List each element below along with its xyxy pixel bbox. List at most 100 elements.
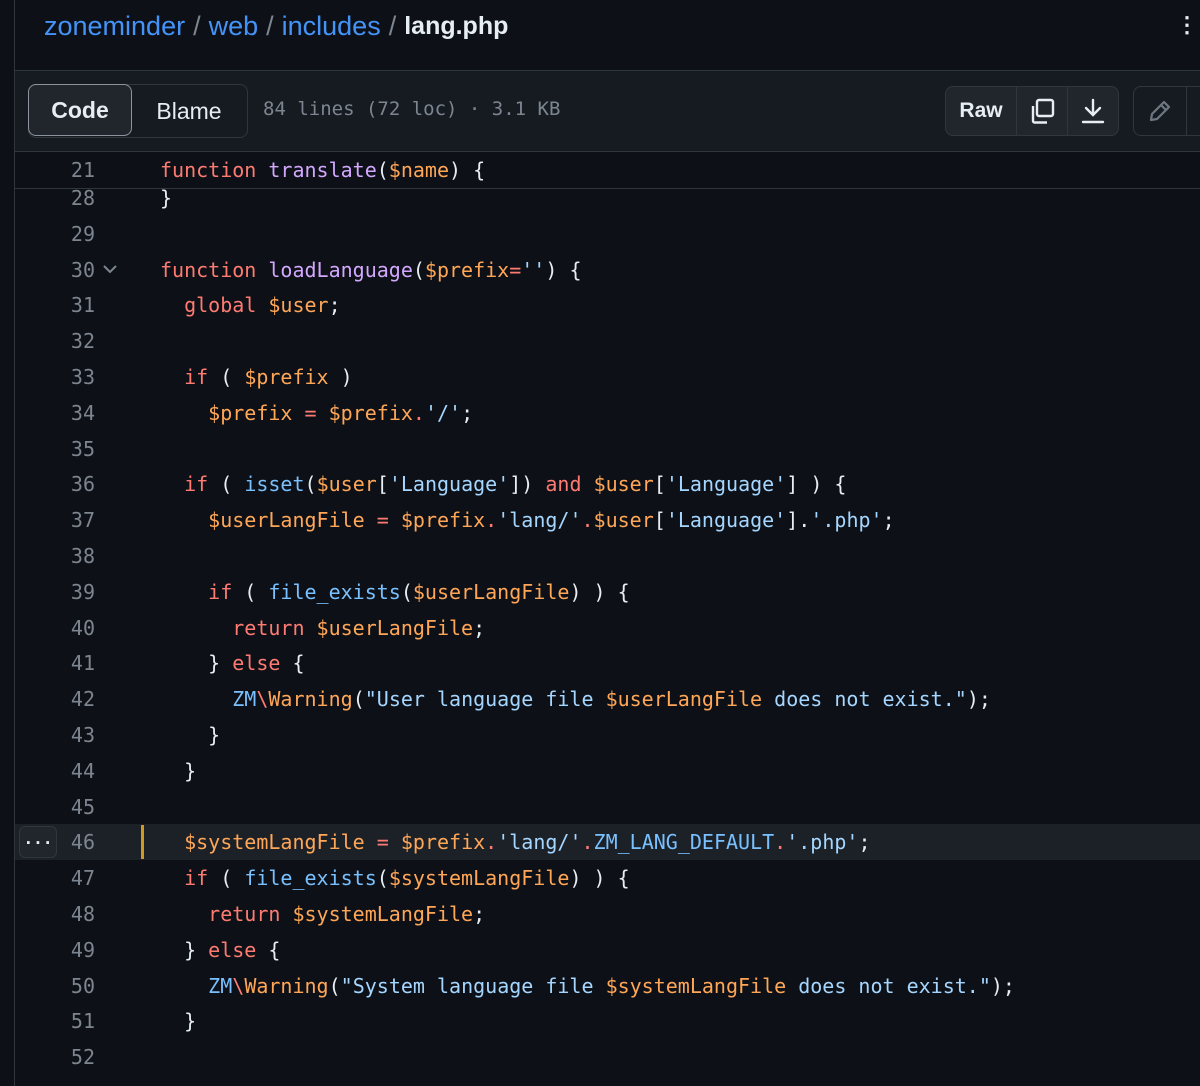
code-token: $userLangFile [316, 615, 474, 640]
code-token: . [485, 830, 498, 855]
code-line: 45 [15, 789, 1200, 825]
code-line-text: function translate($name) { [160, 158, 485, 182]
breadcrumb-separator: / [266, 10, 274, 41]
code-token: = [509, 257, 522, 282]
code-token: $systemLangFile [388, 866, 570, 891]
code-token: $prefix [400, 508, 486, 533]
line-number[interactable]: 30 [35, 258, 95, 282]
breadcrumb-current-file: lang.php [404, 11, 509, 40]
line-number[interactable]: 45 [35, 795, 95, 819]
code-line: 41 } else { [15, 645, 1200, 681]
code-line-text: return $systemLangFile; [160, 902, 485, 926]
code-line: 30 function loadLanguage($prefix='') { [15, 252, 1200, 288]
code-token: ( [376, 866, 389, 891]
code-token: function [160, 158, 257, 182]
code-line: 43 } [15, 717, 1200, 753]
file-toolbar: Code Blame 84 lines (72 loc) · 3.1 KB Ra… [15, 71, 1200, 152]
code-token: if [208, 579, 233, 604]
code-token: ( [208, 866, 245, 891]
code-token: '.php' [786, 830, 859, 855]
code-token: $systemLangFile [605, 973, 787, 998]
code-token: ( [304, 472, 317, 497]
code-token: } [160, 1009, 197, 1034]
fold-chevron-icon[interactable] [101, 259, 119, 283]
breadcrumb-includes-link[interactable]: includes [282, 11, 381, 42]
line-number[interactable]: 31 [35, 293, 95, 317]
line-number[interactable]: 21 [35, 158, 95, 182]
line-number[interactable]: 44 [35, 759, 95, 783]
line-number[interactable]: 36 [35, 472, 95, 496]
code-token: "System language file [340, 973, 606, 998]
line-number[interactable]: 41 [35, 651, 95, 675]
code-line-text: if ( $prefix ) [160, 365, 353, 389]
line-number[interactable]: 51 [35, 1009, 95, 1033]
code-token: } [160, 937, 209, 962]
line-number[interactable]: 33 [35, 365, 95, 389]
code-line: 42 ZM\Warning("User language file $userL… [15, 681, 1200, 717]
raw-button[interactable]: Raw [946, 87, 1017, 135]
line-number[interactable]: 38 [35, 544, 95, 568]
line-number[interactable]: 50 [35, 974, 95, 998]
breadcrumb-web-link[interactable]: web [209, 11, 259, 42]
copy-raw-button[interactable] [1017, 87, 1068, 135]
pencil-icon [1149, 100, 1171, 122]
kebab-menu-icon[interactable]: ⋮ [1176, 8, 1200, 42]
line-number[interactable]: 49 [35, 938, 95, 962]
code-token: ZM_LANG_DEFAULT [593, 830, 775, 855]
code-line-text: } [160, 723, 220, 747]
file-actions-group: Raw [945, 86, 1119, 136]
breadcrumb-separator: / [193, 10, 201, 41]
code-line-text: } [160, 186, 172, 210]
code-token: \ [232, 973, 245, 998]
code-token: ( [208, 472, 245, 497]
code-token: $prefix [208, 400, 293, 425]
code-token: } [160, 758, 197, 783]
line-number[interactable]: 40 [35, 616, 95, 640]
edit-file-button[interactable] [1134, 87, 1187, 135]
line-number[interactable]: 34 [35, 401, 95, 425]
code-token: ) ) { [569, 579, 630, 604]
code-token: translate [268, 158, 377, 182]
line-number[interactable]: 32 [35, 329, 95, 353]
line-number[interactable]: 28 [35, 186, 95, 210]
line-number[interactable]: 46 [35, 830, 95, 854]
code-tab[interactable]: Code [28, 84, 132, 136]
code-line: 38 [15, 538, 1200, 574]
code-token: if [184, 472, 209, 497]
code-token: $userLangFile [412, 579, 570, 604]
line-number[interactable]: 29 [35, 222, 95, 246]
code-token: 'lang/' [497, 508, 582, 533]
code-token: if [184, 866, 209, 891]
code-line: 49 } else { [15, 932, 1200, 968]
code-line-text: ZM\Warning("System language file $system… [160, 974, 1015, 998]
line-number[interactable]: 47 [35, 866, 95, 890]
code-line-text: if ( file_exists($userLangFile) ) { [160, 579, 630, 604]
code-token: does not exist." [786, 973, 991, 998]
line-number[interactable]: 52 [35, 1045, 95, 1069]
code-token: Warning [244, 973, 329, 998]
breadcrumb-repo-link[interactable]: zoneminder [44, 11, 185, 42]
line-number[interactable]: 48 [35, 902, 95, 926]
code-line-text: $userLangFile = $prefix.'lang/'.$user['L… [160, 508, 895, 533]
code-token: ; [858, 830, 871, 855]
code-token: { [256, 937, 281, 962]
code-token: ; [882, 508, 895, 533]
line-number[interactable]: 37 [35, 508, 95, 532]
line-number[interactable]: 39 [35, 580, 95, 604]
code-line: 33 if ( $prefix ) [15, 359, 1200, 395]
line-number[interactable]: 43 [35, 723, 95, 747]
code-token: else [208, 937, 257, 962]
code-token: 'Language' [665, 508, 787, 533]
line-number[interactable]: 42 [35, 687, 95, 711]
blame-tab[interactable]: Blame [132, 85, 246, 137]
line-number[interactable]: 35 [35, 437, 95, 461]
code-token: $systemLangFile [184, 830, 365, 855]
code-line: 37 $userLangFile = $prefix.'lang/'.$user… [15, 502, 1200, 538]
code-line: 52 [15, 1039, 1200, 1075]
download-button[interactable] [1068, 87, 1118, 135]
